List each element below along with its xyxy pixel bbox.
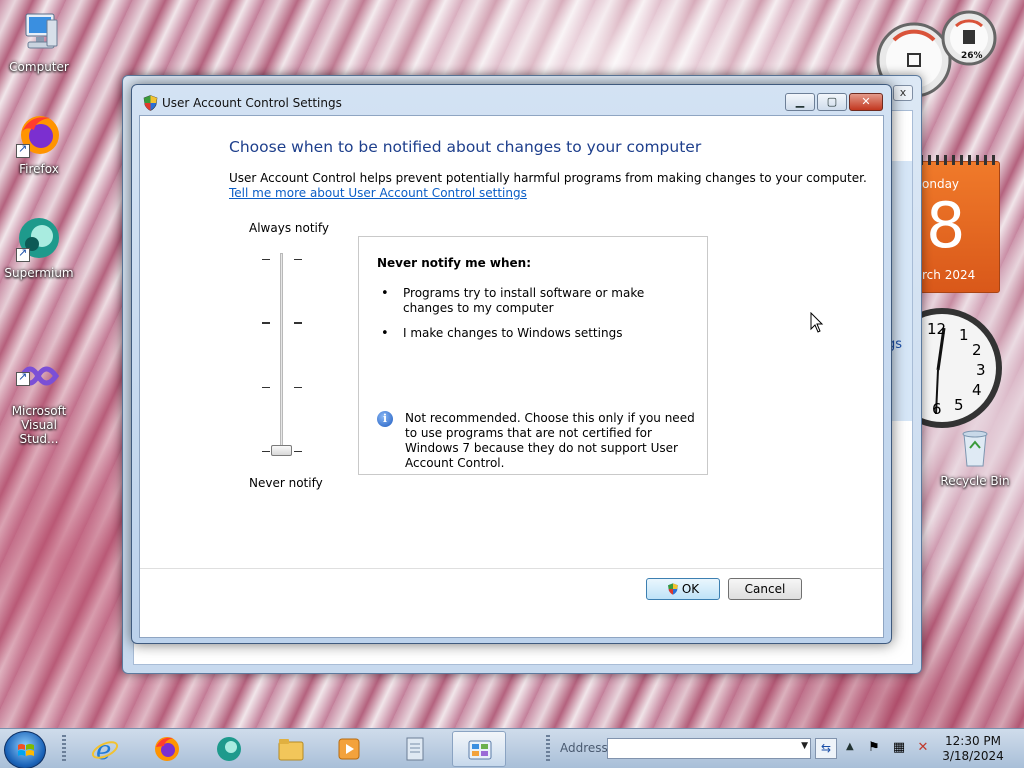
toolbar-grip[interactable]	[546, 735, 550, 763]
slider-track[interactable]	[280, 253, 283, 453]
close-button[interactable]: ✕	[849, 93, 883, 111]
clock-number-1: 1	[959, 326, 969, 344]
info-bullet: I make changes to Windows settings	[381, 326, 691, 341]
folder-icon	[278, 739, 304, 761]
clock-number-2: 2	[972, 341, 982, 359]
desktop-icon-label: Microsoft Visual Stud...	[11, 404, 67, 446]
taskbar-supermium[interactable]	[202, 731, 256, 767]
slider-tick	[294, 259, 302, 260]
visual-studio-icon	[16, 340, 62, 386]
taskbar: e Address ▼ ⇆ ▲ ⚑ ▦ ✕ 12:30 PM 3/18/2024	[0, 728, 1024, 768]
go-button[interactable]: ⇆	[815, 738, 837, 759]
desktop-icon-label: Firefox	[19, 162, 59, 176]
shortcut-arrow-icon	[16, 246, 30, 262]
show-hidden-icons-icon[interactable]: ▲	[846, 741, 854, 752]
calendar-day-number: 8	[926, 189, 966, 262]
dialog-description: User Account Control helps prevent poten…	[229, 171, 867, 185]
setting-description-box: Never notify me when: Programs try to in…	[358, 236, 708, 475]
clock-time: 12:30 PM	[945, 734, 1001, 748]
supermium-icon	[16, 216, 62, 262]
dialog-client-area: Choose when to be notified about changes…	[139, 115, 884, 638]
clock-number-5: 5	[954, 396, 964, 414]
clock-date: 3/18/2024	[942, 749, 1004, 763]
info-icon: i	[377, 411, 393, 427]
dialog-title: User Account Control Settings	[162, 96, 342, 110]
network-icon[interactable]: ▦	[891, 740, 907, 756]
desktop-icon-label: Computer	[9, 60, 69, 74]
taskbar-control-panel[interactable]	[452, 731, 506, 767]
info-bullet: Programs try to install software or make…	[381, 286, 691, 316]
start-button[interactable]	[4, 731, 46, 768]
shortcut-arrow-icon	[16, 142, 30, 158]
slider-tick	[294, 387, 302, 388]
close-button[interactable]: x	[893, 85, 913, 101]
address-input[interactable]: ▼	[607, 738, 811, 759]
media-player-icon	[338, 738, 360, 760]
caption-buttons: ▁ ▢ ✕	[785, 93, 883, 111]
cancel-button[interactable]: Cancel	[728, 578, 802, 600]
info-title: Never notify me when:	[377, 256, 532, 270]
taskbar-windows-explorer[interactable]	[264, 731, 318, 767]
taskbar-media-player[interactable]	[322, 731, 376, 767]
computer-icon	[16, 10, 62, 56]
dialog-heading: Choose when to be notified about changes…	[229, 138, 702, 156]
clock-number-3: 3	[976, 361, 986, 379]
uac-shield-icon	[667, 583, 678, 595]
firefox-icon	[155, 737, 179, 761]
slider-tick	[262, 451, 270, 452]
taskbar-internet-explorer[interactable]: e	[78, 731, 132, 767]
uac-settings-dialog[interactable]: User Account Control Settings ▁ ▢ ✕ Choo…	[131, 84, 892, 644]
taskbar-firefox[interactable]	[140, 731, 194, 767]
uac-shield-icon	[143, 95, 158, 111]
clock-gadget[interactable]: 12 1 2 3 4 5 6	[882, 306, 1002, 436]
minimize-button[interactable]: ▁	[785, 93, 815, 111]
supermium-icon	[217, 737, 241, 761]
desktop-icon-firefox[interactable]: Firefox	[0, 112, 78, 176]
info-note: Not recommended. Choose this only if you…	[405, 411, 695, 470]
desktop-icon-visual-studio[interactable]: Microsoft Visual Stud...	[0, 326, 78, 460]
slider-tick	[262, 387, 270, 388]
svg-text:e: e	[96, 736, 111, 763]
taskbar-notepad[interactable]	[388, 731, 442, 767]
clock-number-4: 4	[972, 381, 982, 399]
cpu-percent-text: 26%	[961, 51, 983, 61]
clock-number-6: 6	[932, 400, 942, 418]
desktop-icon-label: Recycle Bin	[940, 474, 1010, 488]
notepad-icon	[406, 737, 424, 761]
slider-top-label: Always notify	[249, 221, 329, 235]
desktop-icon-computer[interactable]: Computer	[0, 10, 78, 74]
ok-button-label: OK	[681, 582, 700, 596]
chevron-down-icon[interactable]: ▼	[801, 741, 808, 751]
calendar-gadget[interactable]: onday 8 rch 2024	[920, 155, 1002, 295]
slider-tick	[262, 259, 270, 260]
shortcut-arrow-icon	[16, 370, 30, 386]
toolbar-grip[interactable]	[62, 735, 66, 763]
slider-tick	[262, 322, 270, 324]
firefox-icon	[16, 112, 62, 158]
address-label: Address	[560, 741, 608, 755]
slider-tick	[294, 322, 302, 324]
clock-number-12: 12	[927, 320, 947, 338]
calendar-month-year: rch 2024	[922, 268, 976, 282]
volume-muted-icon[interactable]: ✕	[915, 740, 931, 756]
maximize-button[interactable]: ▢	[817, 93, 847, 111]
windows-logo-icon	[18, 744, 34, 756]
taskbar-clock[interactable]: 12:30 PM 3/18/2024	[940, 734, 1006, 764]
slider-tick	[294, 451, 302, 452]
learn-more-link[interactable]: Tell me more about User Account Control …	[229, 186, 527, 200]
ok-button[interactable]: OK	[646, 578, 720, 600]
mouse-cursor-icon	[810, 312, 824, 333]
slider-bottom-label: Never notify	[249, 476, 323, 490]
control-panel-icon	[468, 740, 492, 760]
slider-thumb[interactable]	[271, 445, 292, 456]
desktop-icon-label: Supermium	[4, 266, 74, 280]
action-center-flag-icon[interactable]: ⚑	[866, 740, 882, 756]
button-separator	[140, 568, 883, 569]
desktop-icon-supermium[interactable]: Supermium	[0, 216, 78, 280]
internet-explorer-icon: e	[91, 736, 119, 763]
